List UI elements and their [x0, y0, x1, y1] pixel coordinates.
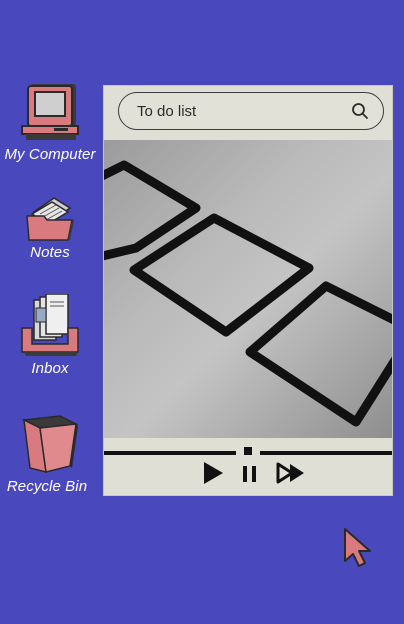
- computer-icon: [21, 84, 79, 140]
- notes-icon-item[interactable]: Notes: [0, 196, 100, 261]
- progress-remaining: [260, 451, 392, 455]
- search-icon[interactable]: [351, 102, 369, 120]
- recycle-bin-icon: [21, 415, 79, 473]
- notes-label: Notes: [30, 244, 70, 261]
- inbox-tray-icon: [21, 294, 79, 356]
- search-input[interactable]: To do list: [137, 103, 196, 120]
- pause-icon[interactable]: [239, 460, 261, 486]
- photo-checkboxes: [104, 140, 392, 438]
- recycle-bin-icon-item[interactable]: Recycle Bin: [0, 414, 100, 495]
- progress-fill: [104, 451, 236, 455]
- my-computer-label: My Computer: [4, 146, 96, 163]
- recycle-bin-label: Recycle Bin: [6, 478, 88, 495]
- mouse-cursor-icon: [344, 528, 371, 567]
- playback-controls: [104, 438, 392, 496]
- inbox-label: Inbox: [31, 360, 69, 377]
- inbox-icon-item[interactable]: Inbox: [0, 294, 100, 377]
- my-computer-icon-item[interactable]: My Computer: [0, 82, 100, 163]
- fast-forward-icon[interactable]: [276, 460, 308, 486]
- notes-folder-icon: [26, 197, 74, 241]
- progress-bar[interactable]: [104, 447, 392, 455]
- search-bar[interactable]: To do list: [118, 92, 384, 130]
- play-icon[interactable]: [201, 460, 225, 486]
- progress-handle[interactable]: [244, 447, 252, 455]
- media-player-window: To do list: [103, 85, 393, 496]
